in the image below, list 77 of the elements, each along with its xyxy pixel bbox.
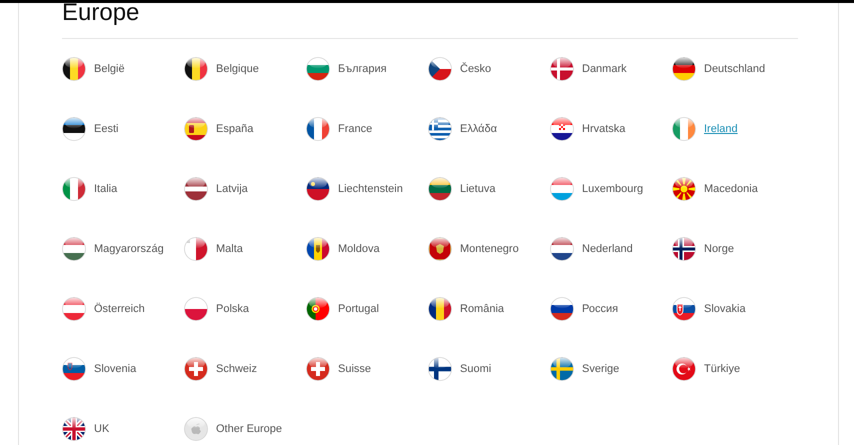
flag-icon <box>306 177 330 201</box>
country-link[interactable]: Polska <box>216 303 250 315</box>
flag-icon <box>184 297 208 321</box>
country-link[interactable]: Slovenia <box>94 363 136 375</box>
country-link[interactable]: Lietuva <box>460 183 496 195</box>
country-link[interactable]: España <box>216 123 254 135</box>
flag-icon <box>672 117 696 141</box>
country-link[interactable]: Montenegro <box>460 243 519 255</box>
section-title: Europe <box>62 0 140 27</box>
flag-icon <box>62 417 86 441</box>
flag-icon <box>550 297 574 321</box>
flag-icon <box>550 177 574 201</box>
country-link[interactable]: Ireland <box>704 123 738 135</box>
country-link[interactable]: Belgique <box>216 63 259 75</box>
country-link[interactable]: France <box>338 123 372 135</box>
country-link[interactable]: UK <box>94 423 110 435</box>
flag-icon <box>306 357 330 381</box>
flag-icon <box>306 237 330 261</box>
circle-icon <box>184 417 208 441</box>
country-link[interactable]: België <box>94 63 125 75</box>
flag-icon <box>62 177 86 201</box>
country-link[interactable]: България <box>338 63 387 75</box>
country-link[interactable]: Macedonia <box>704 183 758 195</box>
flag-icon <box>62 57 86 81</box>
flag-icon <box>62 357 86 381</box>
flag-icon <box>550 117 574 141</box>
flag-icon <box>62 297 86 321</box>
country-link[interactable]: Россия <box>582 303 618 315</box>
flag-icon <box>184 357 208 381</box>
flag-icon <box>672 357 696 381</box>
country-link[interactable]: Suomi <box>460 363 492 375</box>
country-link[interactable]: Schweiz <box>216 363 257 375</box>
country-link[interactable]: Malta <box>216 243 243 255</box>
country-link[interactable]: Deutschland <box>704 63 766 75</box>
flag-icon <box>672 57 696 81</box>
country-link[interactable]: Italia <box>94 183 118 195</box>
country-link[interactable]: Liechtenstein <box>338 183 403 195</box>
flag-icon <box>184 117 208 141</box>
country-link[interactable]: Moldova <box>338 243 380 255</box>
country-link[interactable]: Other Europe <box>216 423 282 435</box>
flag-icon <box>306 57 330 81</box>
flag-icon <box>428 57 452 81</box>
flag-icon <box>672 177 696 201</box>
flag-icon <box>306 297 330 321</box>
flag-icon <box>428 117 452 141</box>
country-link[interactable]: Türkiye <box>704 363 740 375</box>
country-link[interactable]: Hrvatska <box>582 123 626 135</box>
country-link[interactable]: Ελλάδα <box>460 123 498 135</box>
flag-icon <box>550 237 574 261</box>
country-link[interactable]: Latvija <box>216 183 248 195</box>
flag-icon <box>428 177 452 201</box>
country-link[interactable]: Norge <box>704 243 734 255</box>
flag-icon <box>550 357 574 381</box>
flag-icon <box>306 117 330 141</box>
flag-icon <box>184 237 208 261</box>
flag-icon <box>428 237 452 261</box>
country-link[interactable]: Luxembourg <box>582 183 644 195</box>
country-link[interactable]: Portugal <box>338 303 379 315</box>
country-link[interactable]: Österreich <box>94 303 145 315</box>
flag-icon <box>672 297 696 321</box>
country-link[interactable]: România <box>460 303 504 315</box>
flag-icon <box>62 117 86 141</box>
flag-icon <box>672 237 696 261</box>
country-link[interactable]: Sverige <box>582 363 620 375</box>
country-link[interactable]: Eesti <box>94 123 118 135</box>
country-link[interactable]: Slovakia <box>704 303 746 315</box>
country-link[interactable]: Nederland <box>582 243 633 255</box>
country-link[interactable]: Danmark <box>582 63 627 75</box>
country-link[interactable]: Česko <box>460 63 492 75</box>
flag-icon <box>184 57 208 81</box>
flag-icon <box>428 357 452 381</box>
country-link[interactable]: Magyarország <box>94 243 164 255</box>
flag-icon <box>550 57 574 81</box>
country-link[interactable]: Suisse <box>338 363 372 375</box>
flag-icon <box>62 237 86 261</box>
flag-icon <box>184 177 208 201</box>
flag-icon <box>428 297 452 321</box>
